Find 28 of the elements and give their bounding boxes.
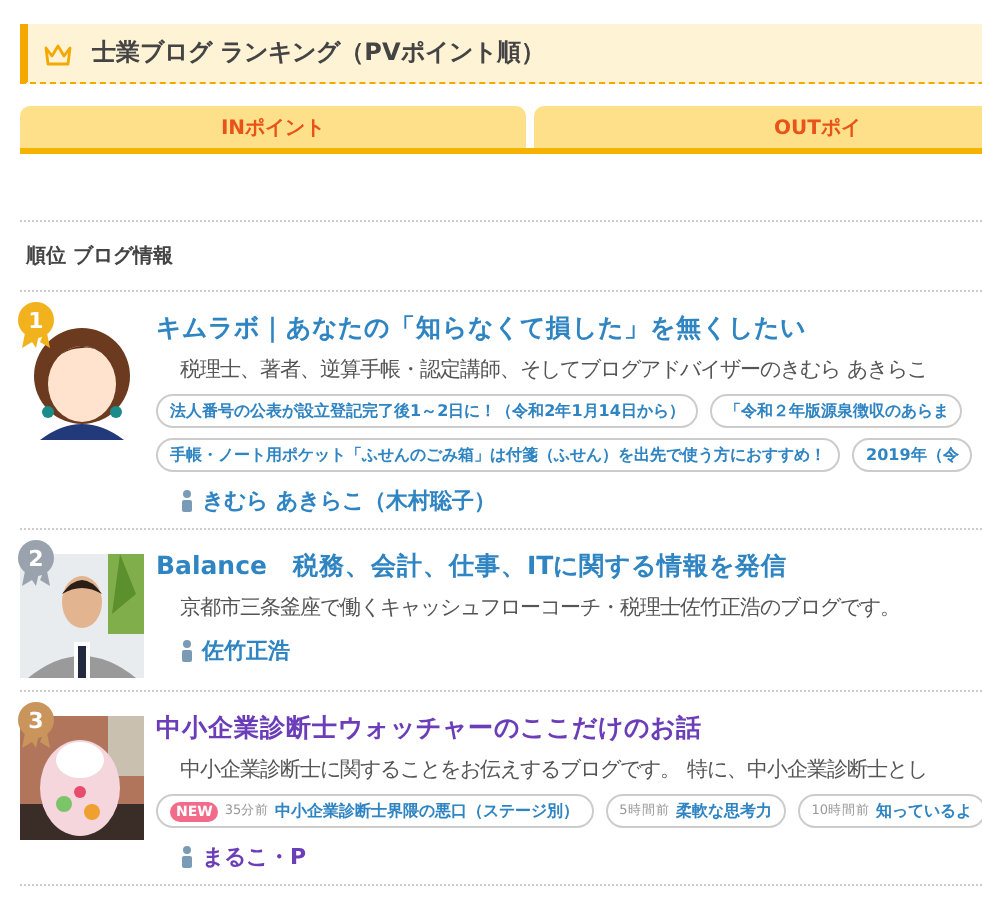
author-link[interactable]: 佐竹正浩 [202, 636, 290, 666]
article-title: 知っているよ [876, 800, 973, 822]
article-title: 柔軟な思考力 [675, 800, 772, 822]
blog-description: 京都市三条釜座で働くキャッシュフローコーチ・税理士佐竹正浩のブログです。 [178, 594, 902, 622]
article-title: 2019年（令 [866, 444, 959, 466]
blog-description: 税理士、著者、逆算手帳・認定講師、そしてブログアドバイザーのきむら あきらこ [178, 356, 929, 384]
author-link[interactable]: きむら あきらこ（木村聡子） [202, 486, 496, 516]
blog-title-link[interactable]: キムラボ｜あなたの「知らなくて損した」を無くしたい [156, 312, 982, 346]
article-title: 法人番号の公表が設立登記完了後1～2日に！（令和2年1月14日から） [170, 400, 685, 422]
article-tag[interactable]: 2019年（令 [852, 438, 973, 472]
article-tag[interactable]: 「令和２年版源泉徴収のあらま [710, 394, 963, 428]
page-title: 士業ブログ ランキング（PVポイント順） [92, 36, 545, 70]
article-title: 「令和２年版源泉徴収のあらま [724, 400, 949, 422]
article-tag[interactable]: 手帳・ノート用ポケット「ふせんのごみ箱」は付箋（ふせん）を出先で使う方におすすめ！ [156, 438, 840, 472]
blog-title-link[interactable]: Balance 税務、会計、仕事、ITに関する情報を発信 [156, 550, 982, 584]
article-title: 手帳・ノート用ポケット「ふせんのごみ箱」は付箋（ふせん）を出先で使う方におすすめ！ [170, 444, 826, 466]
list-heading: 順位 ブログ情報 [20, 222, 982, 292]
person-icon [180, 490, 194, 512]
article-title: 中小企業診断士界隈の悪口（ステージ別） [275, 800, 580, 822]
tab[interactable]: INポイント [20, 106, 526, 148]
blog-title-link[interactable]: 中小企業診断士ウォッチャーのここだけのお話 [156, 712, 982, 746]
author-link[interactable]: まるこ・P [202, 842, 307, 872]
blog-description: 中小企業診断士に関することをお伝えするブログです。 特に、中小企業診断士とし [178, 756, 929, 784]
tab[interactable]: OUTポイ [534, 106, 982, 148]
crown-icon [44, 41, 72, 65]
person-icon [180, 640, 194, 662]
article-tag[interactable]: 法人番号の公表が設立登記完了後1～2日に！（令和2年1月14日から） [156, 394, 699, 428]
person-icon [180, 846, 194, 868]
